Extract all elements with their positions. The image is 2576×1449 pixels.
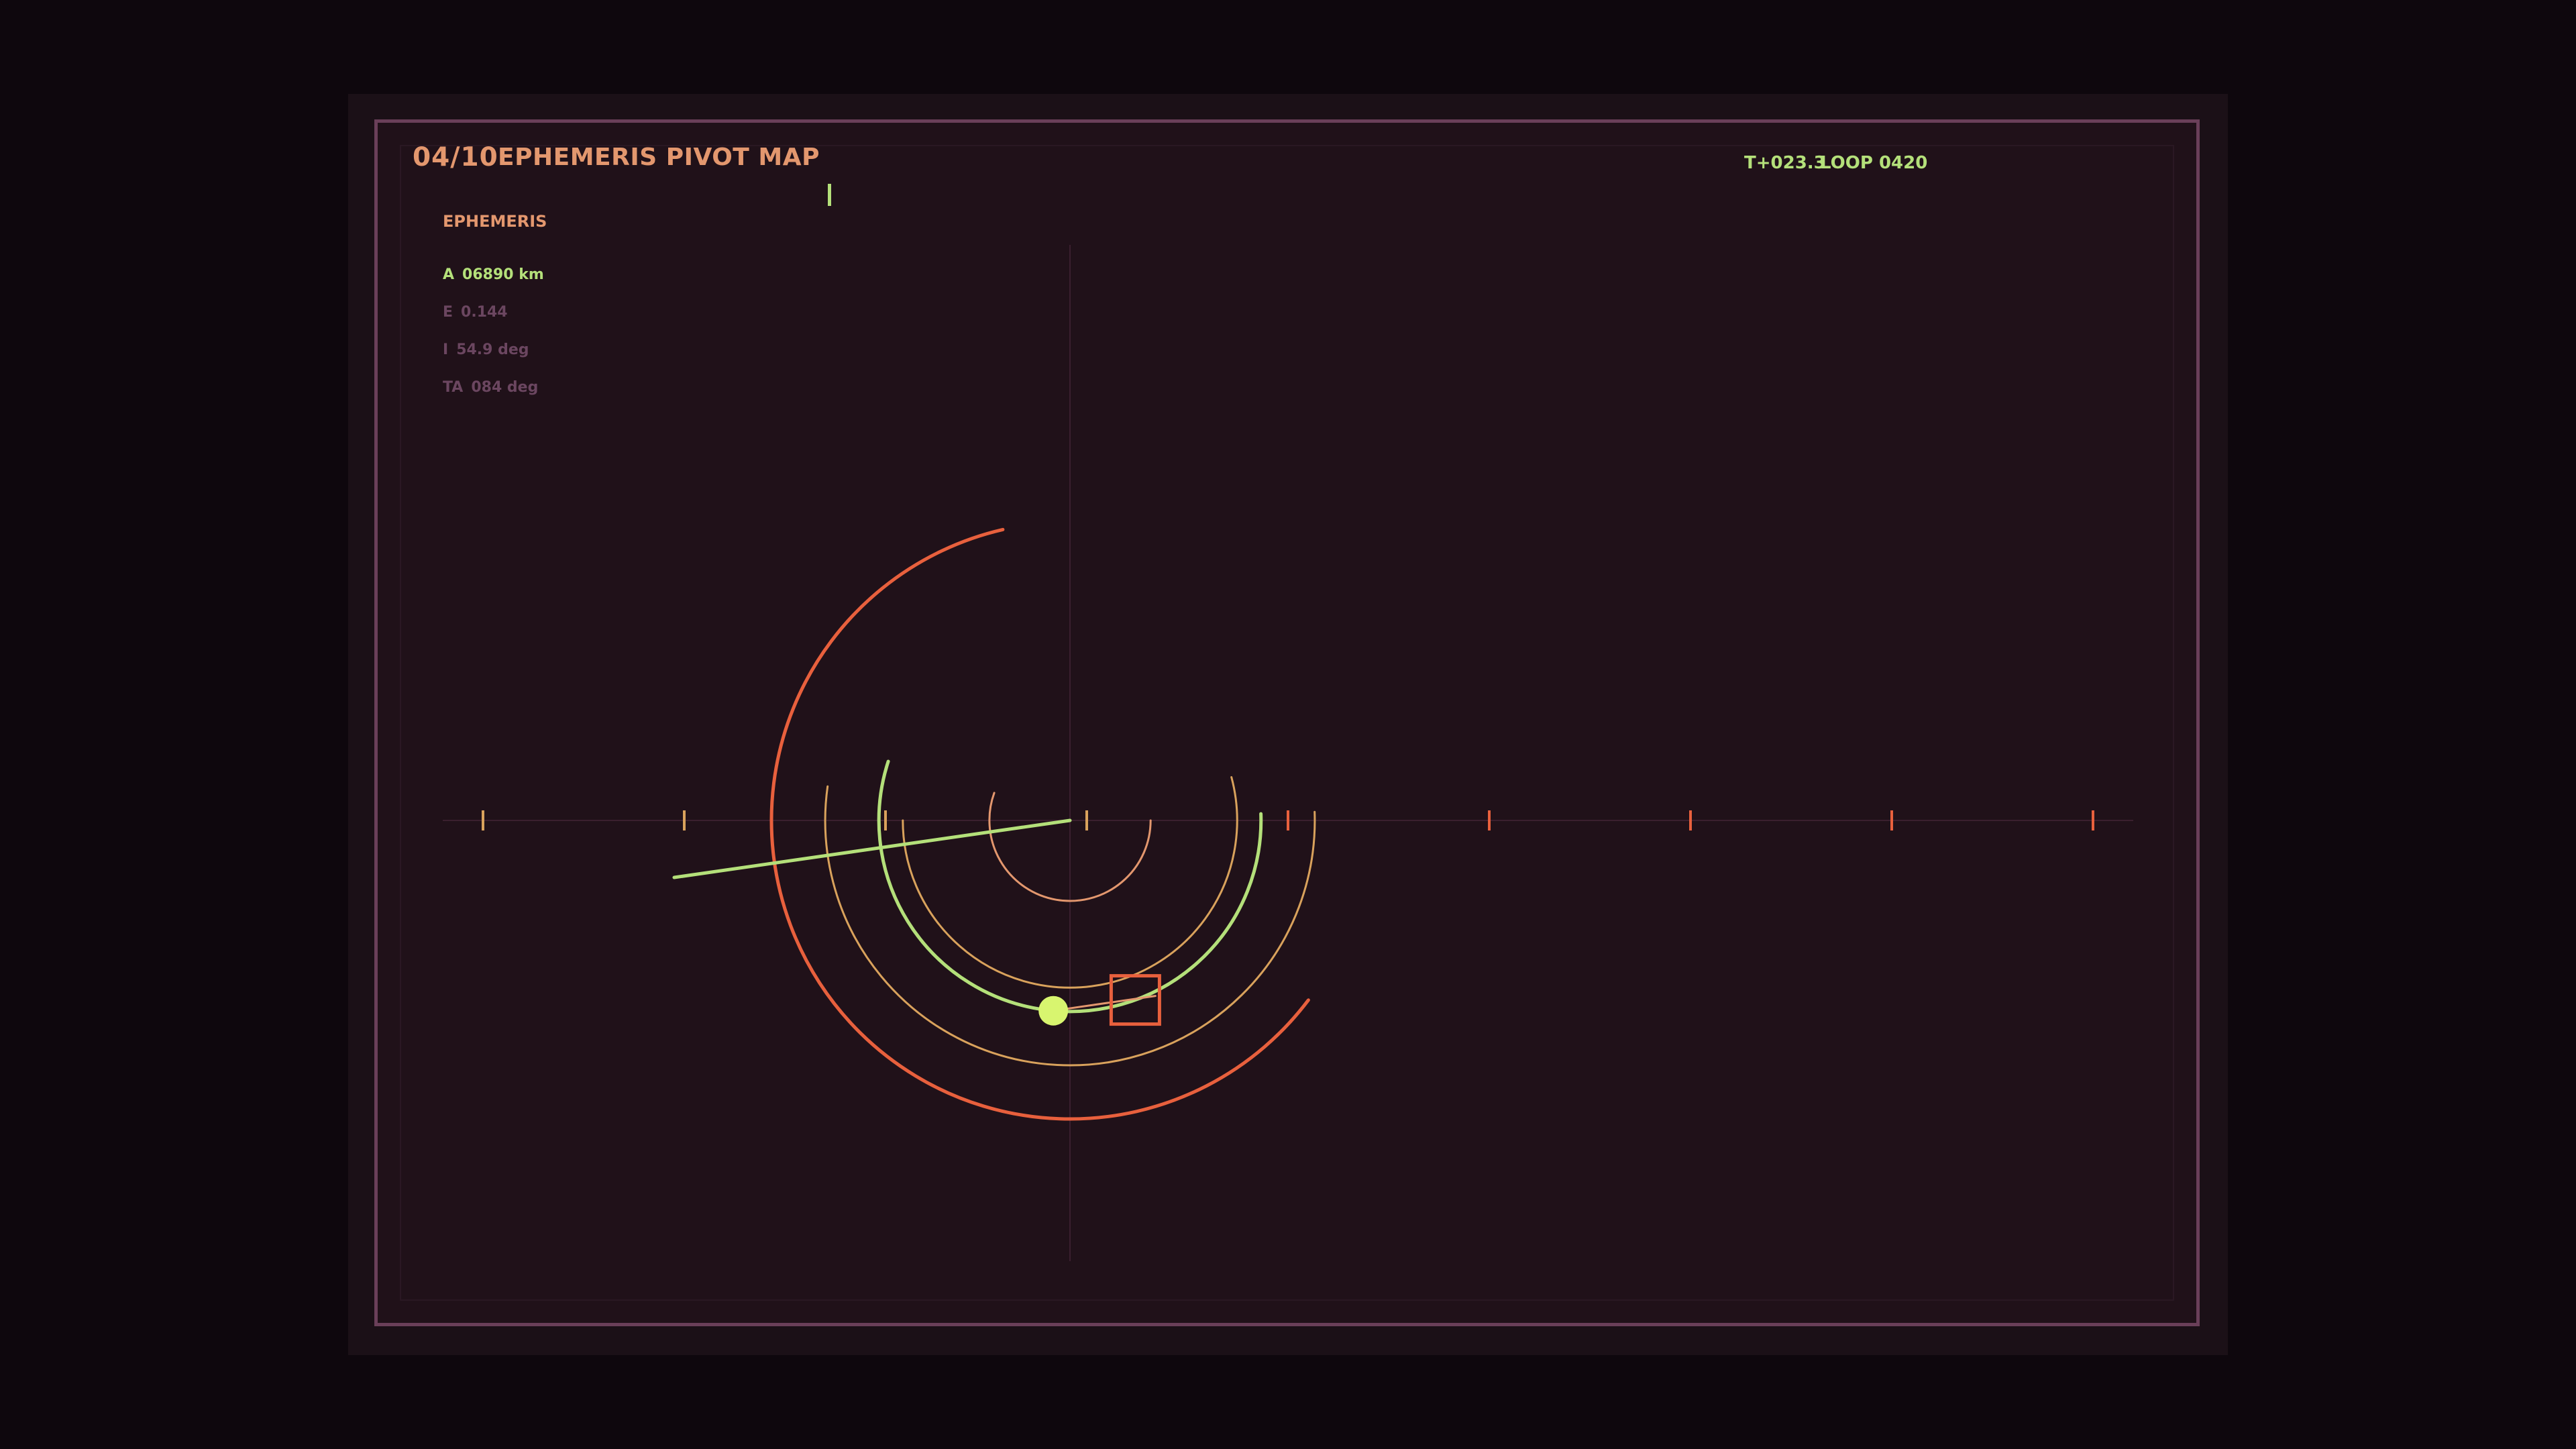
orbit-map	[443, 245, 2133, 1261]
screen: 04/10 EPHEMERIS PIVOT MAP T+023.3 LOOP 0…	[0, 0, 2576, 1449]
pivot-vector-line	[672, 818, 1072, 879]
satellite-marker[interactable]	[1038, 996, 1069, 1026]
